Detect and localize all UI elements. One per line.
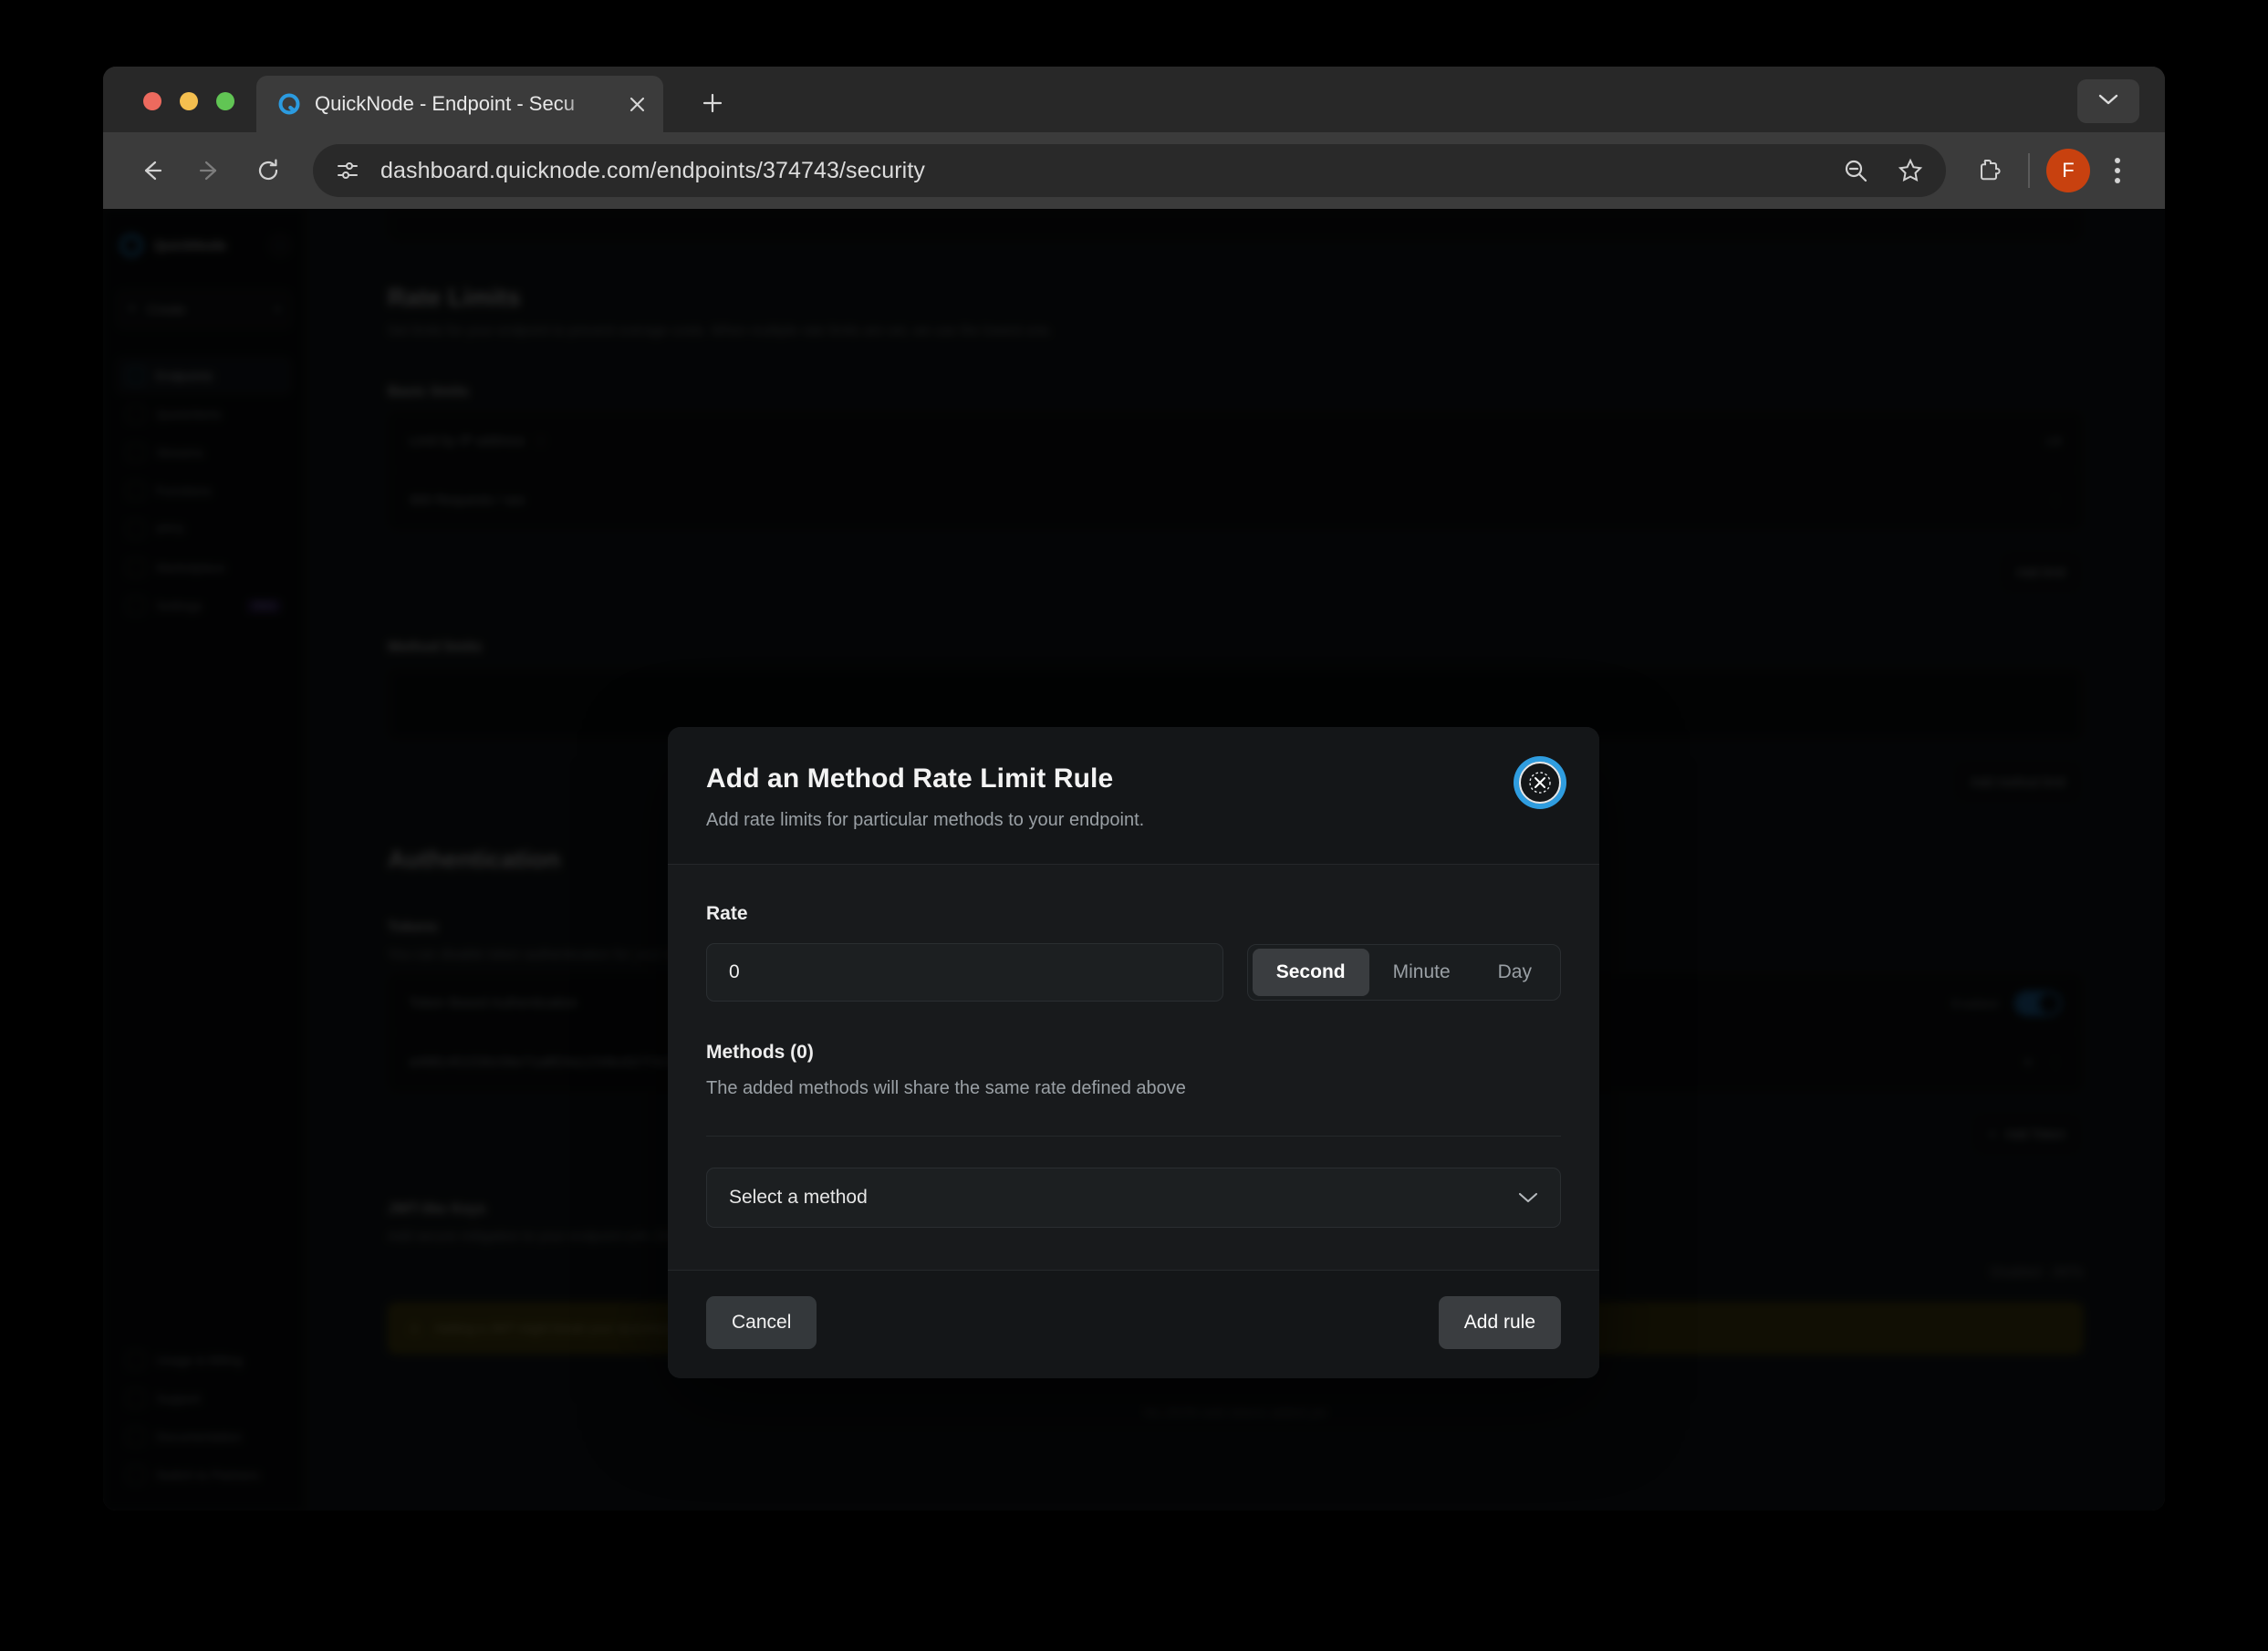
close-icon[interactable] — [623, 90, 650, 118]
browser-toolbar: dashboard.quicknode.com/endpoints/374743… — [103, 132, 2165, 209]
star-icon[interactable] — [1891, 151, 1930, 190]
browser-window: QuickNode - Endpoint - Secu dashboard.qu… — [103, 67, 2165, 1511]
reload-icon[interactable] — [242, 144, 295, 197]
rate-input[interactable] — [706, 943, 1223, 1002]
quicknode-logo-icon — [276, 91, 302, 117]
dialog-title: Add an Method Rate Limit Rule — [706, 763, 1114, 794]
toolbar-divider — [2028, 153, 2030, 188]
new-tab-button[interactable] — [692, 83, 733, 123]
window-traffic-lights — [143, 92, 234, 110]
dialog-footer: Cancel Add rule — [668, 1270, 1599, 1378]
tab-title: QuickNode - Endpoint - Secu — [315, 92, 575, 115]
dialog-body: Rate Second Minute Day Methods (0) The a… — [668, 865, 1599, 1270]
page-viewport: QuickNode + Create ▾ Endpoints QuickAler… — [103, 209, 2165, 1511]
unit-second-button[interactable]: Second — [1252, 949, 1369, 996]
methods-label: Methods (0) — [706, 1042, 814, 1063]
add-method-rate-limit-dialog: Add an Method Rate Limit Rule Add rate l… — [668, 727, 1599, 1378]
rate-label: Rate — [706, 903, 748, 924]
cancel-button[interactable]: Cancel — [706, 1296, 817, 1349]
close-circle-icon[interactable] — [1519, 762, 1561, 804]
rate-row: Second Minute Day — [706, 943, 1561, 1002]
extensions-puzzle-icon[interactable] — [1964, 147, 2012, 194]
tab-search-button[interactable] — [2077, 79, 2139, 123]
browser-tab[interactable]: QuickNode - Endpoint - Secu — [256, 76, 663, 132]
method-select-value: Select a method — [729, 1187, 868, 1208]
method-select-wrap: Select a method — [706, 1137, 1561, 1270]
avatar[interactable]: F — [2046, 149, 2090, 192]
unit-day-button[interactable]: Day — [1474, 949, 1555, 996]
methods-sub: The added methods will share the same ra… — [706, 1078, 1186, 1098]
url-text: dashboard.quicknode.com/endpoints/374743… — [380, 157, 925, 183]
zoom-out-icon[interactable] — [1836, 151, 1875, 190]
dialog-header: Add an Method Rate Limit Rule Add rate l… — [668, 727, 1599, 865]
forward-arrow-icon[interactable] — [183, 144, 236, 197]
minimize-window-button[interactable] — [180, 92, 198, 110]
address-bar[interactable]: dashboard.quicknode.com/endpoints/374743… — [313, 144, 1946, 197]
close-window-button[interactable] — [143, 92, 161, 110]
dialog-description: Add rate limits for particular methods t… — [706, 810, 1145, 830]
rate-unit-segmented-control: Second Minute Day — [1246, 944, 1561, 1001]
kebab-menu-icon[interactable] — [2096, 147, 2139, 194]
maximize-window-button[interactable] — [216, 92, 234, 110]
chevron-down-icon — [2098, 93, 2118, 110]
method-select[interactable]: Select a method — [706, 1168, 1561, 1228]
chevron-down-icon — [1518, 1191, 1538, 1204]
site-settings-icon[interactable] — [331, 154, 364, 187]
unit-minute-button[interactable]: Minute — [1369, 949, 1474, 996]
add-rule-button[interactable]: Add rule — [1438, 1296, 1561, 1349]
back-arrow-icon[interactable] — [125, 144, 178, 197]
tab-strip: QuickNode - Endpoint - Secu — [103, 67, 2165, 132]
